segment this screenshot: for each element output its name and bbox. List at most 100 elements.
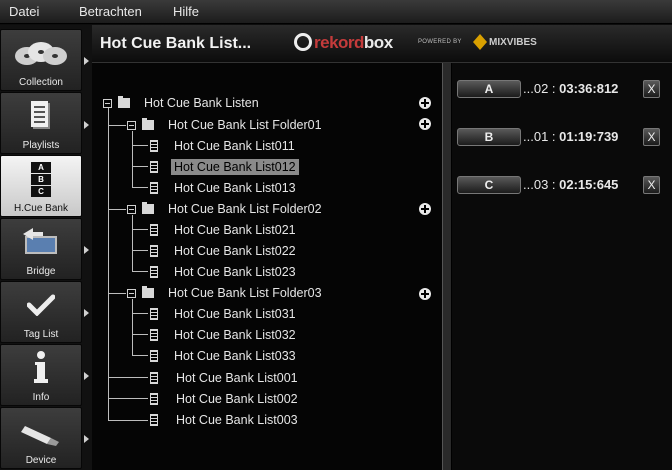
tree-list-item[interactable]: Hot Cue Bank List013	[150, 179, 296, 197]
cue-letter-b: B	[31, 174, 51, 185]
tree-line	[132, 187, 148, 188]
tree-list-label: Hot Cue Bank List022	[174, 244, 296, 258]
add-item-plus-icon[interactable]	[419, 203, 431, 215]
collapse-icon[interactable]	[127, 204, 136, 214]
tree-list-item[interactable]: Hot Cue Bank List002	[150, 390, 298, 408]
tree-root[interactable]: Hot Cue Bank Listen	[103, 94, 259, 112]
header-bar: Hot Cue Bank List... rekordbox POWERED B…	[92, 25, 672, 63]
sidebar-item-hot-cue-bank[interactable]: A B C H.Cue Bank	[0, 155, 82, 217]
collection-arrow-icon[interactable]	[84, 57, 89, 65]
tree-root-label: Hot Cue Bank Listen	[144, 96, 259, 110]
cue-b-button[interactable]: B	[457, 128, 521, 146]
sidebar-label-tag-list: Tag List	[23, 329, 59, 340]
tree-list-item[interactable]: Hot Cue Bank List021	[150, 221, 296, 239]
tree-list-item[interactable]: Hot Cue Bank List001	[150, 369, 298, 387]
cue-a-button[interactable]: A	[457, 80, 521, 98]
check-icon	[27, 294, 55, 316]
list-icon	[150, 308, 158, 320]
tree-folder-01[interactable]: Hot Cue Bank List Folder01	[127, 116, 322, 134]
bridge-icon	[23, 228, 57, 254]
tree-folder-03[interactable]: Hot Cue Bank List Folder03	[127, 284, 322, 302]
tree-line	[132, 313, 148, 314]
add-item-plus-icon[interactable]	[419, 288, 431, 300]
collapse-icon[interactable]	[103, 98, 112, 108]
list-icon	[150, 245, 158, 257]
tree-list-item-selected[interactable]: Hot Cue Bank List012	[150, 158, 299, 176]
tree-list-label: Hot Cue Bank List002	[176, 392, 298, 406]
tree-list-label: Hot Cue Bank List012	[171, 159, 299, 175]
sidebar-item-bridge[interactable]: Bridge	[0, 218, 82, 280]
tree-list-item[interactable]: Hot Cue Bank List031	[150, 305, 296, 323]
cue-c-remove-button[interactable]: X	[643, 176, 660, 194]
cue-c-time: ...03 : 02:15:645	[523, 177, 619, 192]
page-title: Hot Cue Bank List...	[100, 35, 252, 52]
menu-datei[interactable]: Datei	[9, 4, 39, 19]
tree-list-item[interactable]: Hot Cue Bank List022	[150, 242, 296, 260]
playlists-icon	[31, 101, 50, 129]
tree-list-item[interactable]: Hot Cue Bank List033	[150, 347, 296, 365]
tree-list-label: Hot Cue Bank List021	[174, 223, 296, 237]
tree-list-label: Hot Cue Bank List032	[174, 328, 296, 342]
tree-list-item[interactable]: Hot Cue Bank List011	[150, 137, 295, 155]
collapse-icon[interactable]	[127, 288, 136, 298]
tree-line	[132, 250, 148, 251]
powered-by-label: POWERED BY	[418, 39, 462, 45]
tree-line	[132, 166, 148, 167]
playlists-arrow-icon[interactable]	[84, 121, 89, 129]
tree-line	[108, 108, 109, 421]
add-folder-plus-icon[interactable]	[419, 97, 431, 109]
tree-list-label: Hot Cue Bank List001	[176, 371, 298, 385]
sidebar-item-collection[interactable]: Collection	[0, 29, 82, 91]
cue-c-button[interactable]: C	[457, 176, 521, 194]
list-icon	[150, 350, 158, 362]
sidebar-item-tag-list[interactable]: Tag List	[0, 281, 82, 343]
tree-line	[108, 293, 126, 294]
folder-icon	[142, 202, 154, 214]
tree-line	[108, 377, 148, 378]
folder-icon	[142, 286, 154, 298]
tree-folder-label: Hot Cue Bank List Folder01	[168, 118, 322, 132]
menu-betrachten[interactable]: Betrachten	[79, 4, 142, 19]
tree-folder-label: Hot Cue Bank List Folder03	[168, 286, 322, 300]
hot-cue-panel	[452, 63, 672, 470]
panel-splitter[interactable]	[442, 63, 452, 470]
collapse-icon[interactable]	[127, 120, 136, 130]
collection-icon	[15, 42, 67, 65]
sidebar-item-info[interactable]: Info	[0, 344, 82, 406]
tree-list-label: Hot Cue Bank List003	[176, 413, 298, 427]
bridge-arrow-icon[interactable]	[84, 246, 89, 254]
folder-icon	[118, 96, 130, 108]
sidebar: Collection Playlists A B C H.Cue Bank Br…	[0, 25, 92, 470]
tree-list-item[interactable]: Hot Cue Bank List023	[150, 263, 296, 281]
tag-list-arrow-icon[interactable]	[84, 309, 89, 317]
sidebar-label-collection: Collection	[19, 77, 63, 88]
tree-line	[108, 125, 126, 126]
cue-a-remove-button[interactable]: X	[643, 80, 660, 98]
tree-list-item[interactable]: Hot Cue Bank List032	[150, 326, 296, 344]
list-icon	[150, 393, 158, 405]
add-item-plus-icon[interactable]	[419, 118, 431, 130]
menu-bar: Datei Betrachten Hilfe	[0, 0, 672, 24]
info-arrow-icon[interactable]	[84, 372, 89, 380]
rekordbox-logo-icon	[294, 33, 312, 51]
cue-a-time: ...02 : 03:36:812	[523, 81, 619, 96]
tree-line	[132, 299, 133, 355]
tree-list-label: Hot Cue Bank List031	[174, 307, 296, 321]
sidebar-label-playlists: Playlists	[22, 140, 60, 151]
tree-line	[132, 334, 148, 335]
tree-line	[132, 229, 148, 230]
sidebar-label-bridge: Bridge	[26, 266, 56, 277]
mixvibes-logo-icon	[473, 34, 487, 50]
list-icon	[150, 161, 158, 173]
tree-line	[132, 271, 148, 272]
tree-list-item[interactable]: Hot Cue Bank List003	[150, 411, 298, 429]
menu-hilfe[interactable]: Hilfe	[173, 4, 199, 19]
device-arrow-icon[interactable]	[84, 435, 89, 443]
cue-b-time: ...01 : 01:19:739	[523, 129, 619, 144]
list-icon	[150, 266, 158, 278]
sidebar-label-info: Info	[32, 392, 50, 403]
tree-folder-02[interactable]: Hot Cue Bank List Folder02	[127, 200, 322, 218]
sidebar-item-device[interactable]: Device	[0, 407, 82, 469]
sidebar-item-playlists[interactable]: Playlists	[0, 92, 82, 154]
cue-b-remove-button[interactable]: X	[643, 128, 660, 146]
